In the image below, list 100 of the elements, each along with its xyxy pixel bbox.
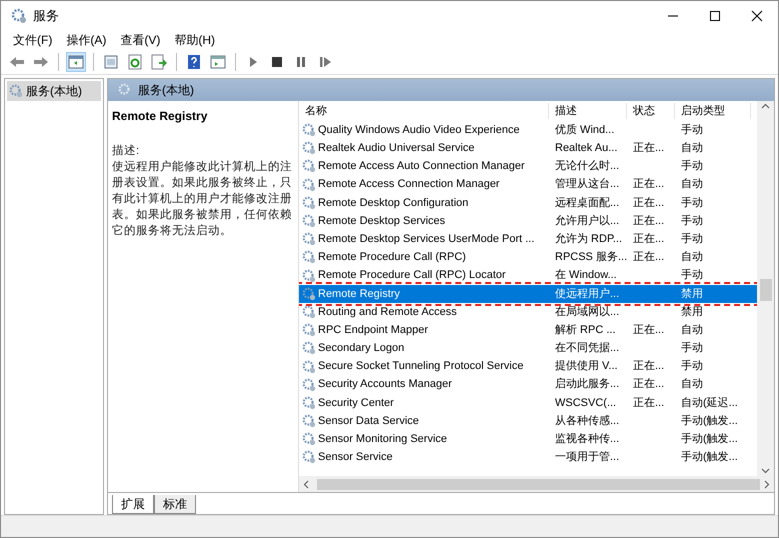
gear-icon xyxy=(302,396,316,410)
service-name: Routing and Remote Access xyxy=(318,304,457,320)
startup-type: 手动(触发... xyxy=(681,451,738,464)
service-status: 正在... xyxy=(633,196,664,209)
tree-item[interactable]: 服务(本地) xyxy=(7,81,101,101)
view-tab[interactable]: 标准 xyxy=(154,495,196,514)
gear-icon xyxy=(11,8,27,24)
service-row[interactable]: Remote Desktop Configuration 远程桌面配... 正在... 手动 xyxy=(299,194,757,212)
service-name: Remote Desktop Services UserMode Port ... xyxy=(318,232,534,247)
console-tree-icon[interactable] xyxy=(66,52,86,72)
service-description: WSCSVC(... xyxy=(555,396,616,409)
gear-icon xyxy=(302,304,316,319)
service-description: 在不同凭据... xyxy=(555,342,620,354)
startup-type: 手动 xyxy=(681,196,703,209)
service-name: Remote Access Connection Manager xyxy=(318,177,500,192)
service-row[interactable]: Secure Socket Tunneling Protocol Service 提供使用 V... 正在... 手动 xyxy=(299,357,757,376)
gear-icon xyxy=(302,196,316,210)
gear-icon xyxy=(9,84,23,98)
service-status: 正在... xyxy=(633,214,664,227)
export-icon[interactable] xyxy=(149,52,169,72)
service-row[interactable]: Sensor Data Service 从各种传感... 手动(触发... xyxy=(299,412,757,430)
service-row[interactable]: Quality Windows Audio Video Experience 优质 Wind... 手动 xyxy=(299,121,757,140)
startup-type: 手动 xyxy=(681,232,703,245)
service-description: 无论什么时... xyxy=(555,160,620,172)
menu-item[interactable]: 操作(A) xyxy=(66,31,106,49)
service-status: 正在... xyxy=(633,178,664,190)
gear-icon xyxy=(302,323,316,338)
service-title: Remote Registry xyxy=(112,108,208,125)
startup-type: 自动(延迟... xyxy=(681,396,738,409)
service-status: 正在... xyxy=(633,142,664,154)
service-name: Remote Desktop Services xyxy=(318,214,446,229)
startup-type: 手动(触发... xyxy=(681,414,738,427)
scroll-thumb[interactable] xyxy=(760,279,772,301)
scroll-left-icon[interactable] xyxy=(303,480,309,488)
gear-icon xyxy=(302,432,316,446)
service-description: 监视各种传... xyxy=(555,433,620,446)
service-row[interactable]: RPC Endpoint Mapper 解析 RPC ... 正在... 自动 xyxy=(299,321,757,340)
view-tab[interactable]: 扩展 xyxy=(112,495,154,514)
service-description: 远程桌面配... xyxy=(555,196,620,209)
service-status: 正在... xyxy=(633,324,664,336)
service-row[interactable]: Remote Procedure Call (RPC) RPCSS 服务... 正在... 自动 xyxy=(299,248,757,266)
service-description: RPCSS 服务... xyxy=(555,251,627,264)
service-row[interactable]: Sensor Monitoring Service 监视各种传... 手动(触发... xyxy=(299,430,757,448)
gear-icon xyxy=(302,414,316,428)
column-header[interactable]: 状态 xyxy=(627,102,675,119)
tree-item-label: 服务(本地) xyxy=(26,83,82,100)
startup-type: 手动 xyxy=(681,269,703,282)
scroll-right-icon[interactable] xyxy=(764,480,770,488)
startup-type: 自动 xyxy=(681,178,703,190)
scroll-thumb[interactable] xyxy=(317,478,760,490)
close-icon xyxy=(751,10,763,22)
service-status: 正在... xyxy=(633,360,664,372)
gear-icon xyxy=(302,286,316,301)
gear-icon xyxy=(302,178,316,192)
horizontal-scrollbar[interactable] xyxy=(299,476,774,492)
gear-icon xyxy=(302,378,316,392)
service-row[interactable]: Sensor Service 一项用于管... 手动(触发... xyxy=(299,448,757,467)
scroll-down-icon[interactable] xyxy=(761,468,770,474)
gear-icon xyxy=(302,159,316,174)
service-row[interactable]: Security Center WSCSVC(... 正在... 自动(延迟... xyxy=(299,394,757,412)
service-name: Secondary Logon xyxy=(318,341,404,356)
window-title: 服务 xyxy=(33,7,59,26)
startup-type: 手动 xyxy=(681,214,703,227)
service-row[interactable]: Routing and Remote Access 在局域网以... 禁用 xyxy=(299,302,757,322)
service-description: 在局域网以... xyxy=(555,306,620,318)
column-header[interactable]: 名称 xyxy=(299,102,549,119)
gear-icon xyxy=(302,232,316,246)
service-name: Sensor Monitoring Service xyxy=(318,432,448,448)
column-header[interactable]: 描述 xyxy=(549,102,627,119)
service-status: 正在... xyxy=(633,378,664,390)
service-name: Remote Access Auto Connection Manager xyxy=(318,159,525,174)
service-row[interactable]: Remote Desktop Services 允许用户以... 正在... 手动 xyxy=(299,212,757,230)
menu-item[interactable]: 帮助(H) xyxy=(174,31,215,49)
service-description: Realtek Au... xyxy=(555,142,618,154)
startup-type: 禁用 xyxy=(681,306,703,318)
service-row[interactable]: Remote Access Auto Connection Manager 无论什么时... 手动 xyxy=(299,157,757,176)
service-row[interactable]: Remote Access Connection Manager 管理从这台... 正在... 自动 xyxy=(299,176,757,194)
gear-icon xyxy=(302,450,316,464)
service-name: Remote Procedure Call (RPC) Locator xyxy=(318,268,506,284)
vertical-scrollbar[interactable] xyxy=(757,101,774,476)
service-name: Quality Windows Audio Video Experience xyxy=(318,122,520,138)
menu-item[interactable]: 文件(F) xyxy=(13,31,52,49)
scroll-up-icon[interactable] xyxy=(761,103,770,109)
service-row[interactable]: Realtek Audio Universal Service Realtek Au... 正在... 自动 xyxy=(299,139,757,158)
service-row[interactable]: Remote Procedure Call (RPC) Locator 在 Window... 手动 xyxy=(299,266,757,285)
maximize-icon xyxy=(709,10,721,22)
service-description: 启动此服务... xyxy=(555,378,620,390)
service-name: Sensor Data Service xyxy=(318,414,419,429)
service-row[interactable]: Remote Registry 使远程用户... 禁用 xyxy=(299,284,757,303)
service-status: 正在... xyxy=(633,396,664,409)
startup-type: 自动 xyxy=(681,378,703,390)
service-name: Remote Registry xyxy=(318,286,400,302)
service-row[interactable]: Security Accounts Manager 启动此服务... 正在... 自动 xyxy=(299,376,757,394)
gear-icon xyxy=(118,83,132,97)
service-row[interactable]: Remote Desktop Services UserMode Port ... 允许为 RDP... 正在... 手动 xyxy=(299,230,757,248)
service-row[interactable]: Secondary Logon 在不同凭据... 手动 xyxy=(299,339,757,358)
menu-item[interactable]: 查看(V) xyxy=(120,31,160,49)
service-name: Secure Socket Tunneling Protocol Service xyxy=(318,359,524,374)
service-description: 解析 RPC ... xyxy=(555,324,616,336)
column-header[interactable]: 启动类型 xyxy=(675,102,751,119)
